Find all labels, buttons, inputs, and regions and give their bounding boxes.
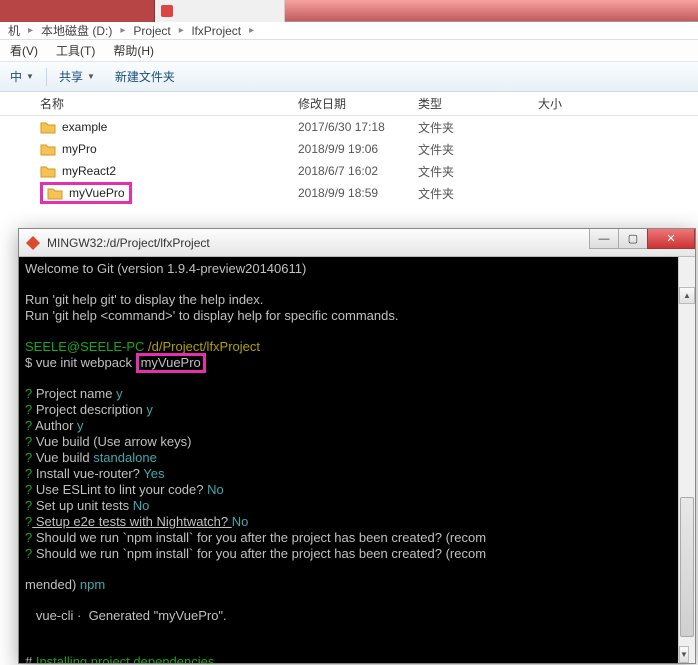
hash-icon: #: [25, 654, 36, 663]
dropdown-arrow-icon: ▼: [26, 72, 34, 81]
column-size[interactable]: 大小: [538, 95, 598, 112]
terminal-answer: No: [232, 514, 249, 529]
maximize-button[interactable]: ▢: [618, 229, 648, 249]
terminal-answer: standalone: [93, 450, 157, 465]
new-folder-label: 新建文件夹: [115, 68, 175, 85]
terminal-hint: (Use arrow keys): [93, 434, 191, 449]
file-name: example: [62, 120, 107, 134]
menu-bar: 看(V) 工具(T) 帮助(H): [0, 40, 698, 62]
terminal-answer: npm: [80, 577, 105, 592]
list-item[interactable]: myReact2 2018/6/7 16:02 文件夹: [40, 160, 698, 182]
chevron-right-icon: ▸: [173, 25, 190, 36]
file-list-header: 名称 修改日期 类型 大小: [0, 92, 698, 116]
file-type: 文件夹: [418, 185, 538, 202]
terminal-question: Project name: [32, 386, 116, 401]
file-date: 2017/6/30 17:18: [298, 120, 418, 134]
file-list: example 2017/6/30 17:18 文件夹 myPro 2018/9…: [0, 116, 698, 204]
terminal-line: Welcome to Git (version 1.9.4-preview201…: [25, 261, 306, 276]
chevron-right-icon: ▸: [243, 25, 260, 36]
column-date[interactable]: 修改日期: [298, 95, 418, 112]
terminal-title: MINGW32:/d/Project/lfxProject: [47, 236, 210, 250]
list-item[interactable]: myPro 2018/9/9 19:06 文件夹: [40, 138, 698, 160]
dropdown-arrow-icon: ▼: [87, 72, 95, 81]
share-button[interactable]: 共享 ▼: [49, 64, 105, 89]
file-type: 文件夹: [418, 119, 538, 136]
terminal-question: Setup e2e tests with Nightwatch?: [32, 514, 231, 529]
folder-icon: [40, 142, 56, 156]
terminal-window: MINGW32:/d/Project/lfxProject — ▢ ✕ Welc…: [18, 228, 696, 664]
terminal-command: $ vue init webpack: [25, 355, 136, 370]
terminal-question: Vue build: [32, 450, 93, 465]
terminal-question: Set up unit tests: [32, 498, 132, 513]
terminal-app-icon: [25, 235, 41, 251]
terminal-question: Author: [32, 418, 77, 433]
breadcrumb-part[interactable]: 机: [6, 22, 22, 39]
scroll-up-icon[interactable]: ▲: [679, 287, 695, 304]
browser-tab-bar: [0, 0, 698, 22]
browser-tab-2[interactable]: [155, 0, 285, 22]
menu-tools[interactable]: 工具(T): [48, 40, 103, 61]
terminal-answer: y: [146, 402, 153, 417]
file-date: 2018/9/9 19:06: [298, 142, 418, 156]
terminal-line: Installing project dependencies ...: [36, 654, 229, 663]
toolbar: 中 ▼ 共享 ▼ 新建文件夹: [0, 62, 698, 92]
folder-icon: [47, 186, 63, 200]
folder-icon: [40, 120, 56, 134]
terminal-prompt-user: SEELE@SEELE-PC: [25, 339, 148, 354]
terminal-answer: No: [133, 498, 150, 513]
terminal-question: Install vue-router?: [32, 466, 143, 481]
share-label: 共享: [59, 68, 83, 85]
terminal-line: Run 'git help git' to display the help i…: [25, 292, 263, 307]
terminal-answer: y: [77, 418, 84, 433]
organize-button[interactable]: 中 ▼: [0, 64, 44, 89]
menu-view[interactable]: 看(V): [2, 40, 46, 61]
file-name: myReact2: [62, 164, 116, 178]
chevron-right-icon: ▸: [114, 25, 131, 36]
terminal-line: Should we run `npm install` for you afte…: [32, 530, 486, 545]
list-item[interactable]: myVuePro 2018/9/9 18:59 文件夹: [40, 182, 698, 204]
column-type[interactable]: 类型: [418, 95, 538, 112]
terminal-question: Project description: [32, 402, 146, 417]
list-item[interactable]: example 2017/6/30 17:18 文件夹: [40, 116, 698, 138]
browser-tab-1[interactable]: [0, 0, 155, 22]
vertical-scrollbar[interactable]: ▲ ▼: [678, 257, 695, 663]
menu-help[interactable]: 帮助(H): [105, 40, 162, 61]
terminal-answer: No: [207, 482, 224, 497]
breadcrumb: 机 ▸ 本地磁盘 (D:) ▸ Project ▸ lfxProject ▸: [0, 22, 698, 40]
highlighted-arg: myVuePro: [136, 353, 206, 373]
scrollbar-thumb[interactable]: [680, 497, 694, 637]
close-button[interactable]: ✕: [647, 229, 695, 249]
column-name[interactable]: 名称: [40, 95, 298, 112]
highlighted-folder: myVuePro: [40, 182, 132, 204]
terminal-answer: Yes: [143, 466, 164, 481]
minimize-button[interactable]: —: [589, 229, 619, 249]
terminal-question: Vue build: [32, 434, 93, 449]
folder-icon: [40, 164, 56, 178]
terminal-line: mended): [25, 577, 80, 592]
terminal-question: Use ESLint to lint your code?: [32, 482, 207, 497]
new-folder-button[interactable]: 新建文件夹: [105, 64, 185, 89]
file-type: 文件夹: [418, 163, 538, 180]
scroll-down-icon[interactable]: ▼: [679, 646, 689, 663]
file-type: 文件夹: [418, 141, 538, 158]
organize-label: 中: [10, 68, 22, 85]
file-name: myPro: [62, 142, 97, 156]
file-date: 2018/9/9 18:59: [298, 186, 418, 200]
breadcrumb-part[interactable]: Project: [131, 24, 172, 38]
terminal-prompt-path: /d/Project/lfxProject: [148, 339, 260, 354]
terminal-titlebar[interactable]: MINGW32:/d/Project/lfxProject — ▢ ✕: [19, 229, 695, 257]
terminal-line: Run 'git help <command>' to display help…: [25, 308, 398, 323]
file-name: myVuePro: [69, 186, 125, 200]
terminal-line: Should we run `npm install` for you afte…: [32, 546, 486, 561]
terminal-body[interactable]: Welcome to Git (version 1.9.4-preview201…: [19, 257, 695, 663]
file-date: 2018/6/7 16:02: [298, 164, 418, 178]
terminal-line: vue-cli · Generated "myVuePro".: [25, 608, 227, 623]
breadcrumb-part[interactable]: 本地磁盘 (D:): [39, 22, 114, 39]
terminal-answer: y: [116, 386, 123, 401]
chevron-right-icon: ▸: [22, 25, 39, 36]
toolbar-separator: [46, 68, 47, 86]
tab-favicon-icon: [161, 5, 173, 17]
breadcrumb-part[interactable]: lfxProject: [190, 24, 243, 38]
